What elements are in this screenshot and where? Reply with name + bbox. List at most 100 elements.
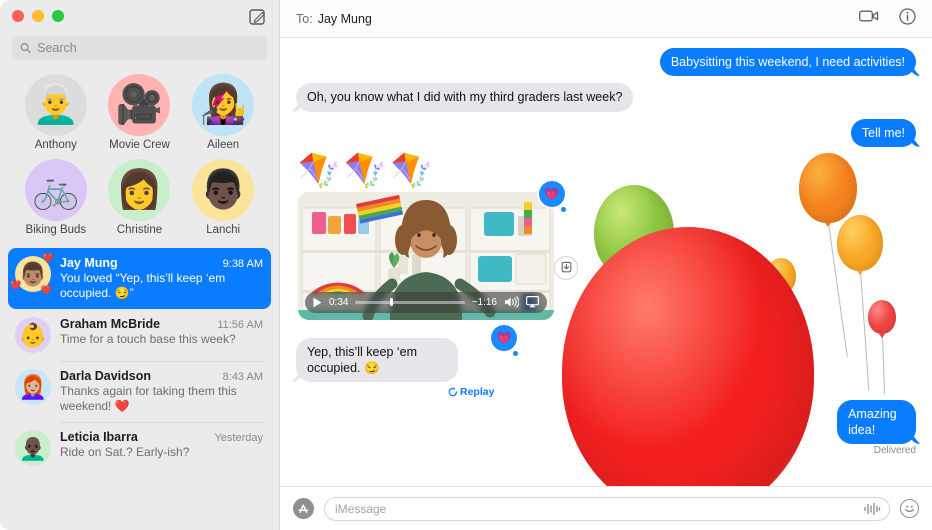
conversation-header: Jay Mung 9:38 AM [60, 256, 263, 270]
search-box[interactable] [12, 36, 267, 60]
title-bar [0, 0, 279, 32]
video-scrubber-knob[interactable] [390, 298, 394, 307]
replay-button[interactable]: Replay [448, 386, 494, 398]
pinned-label: Movie Crew [109, 139, 170, 151]
avatar-glyph: 👶 [18, 321, 48, 348]
heart-reaction-badge[interactable]: 💗 [491, 324, 519, 356]
conversation-body: Jay Mung 9:38 AM You loved “Yep, this’ll… [60, 256, 263, 301]
final-message-group: Amazing idea! Delivered [815, 399, 916, 456]
balloon-b-green [594, 185, 674, 284]
avatar: 👶 [15, 317, 51, 353]
pinned-item[interactable]: 🎥 Movie Crew [103, 74, 175, 151]
pinned-label: Aileen [207, 139, 240, 151]
conversation-row-graham-mcbride[interactable]: 👶 Graham McBride 11:56 AM Time for a tou… [8, 309, 271, 361]
header-actions [859, 7, 916, 30]
video-controls: 0:34 −1:16 [305, 291, 547, 313]
balloon-b-yellow [837, 215, 883, 275]
pinned-item[interactable]: 👩 Christine [103, 159, 175, 236]
chat-header: To: Jay Mung [280, 0, 932, 38]
search-input[interactable] [37, 41, 259, 55]
pinned-label: Biking Buds [25, 224, 87, 236]
traffic-lights [12, 10, 64, 22]
conversation-body: Darla Davidson 8:43 AM Thanks again for … [60, 369, 263, 414]
balloon-knot [778, 294, 784, 298]
message-row: Yep, this’ll keep ‘em occupied. 😏 💗 [296, 324, 916, 383]
conversation-name: Darla Davidson [60, 369, 152, 383]
emoji-smiley-icon[interactable] [900, 499, 919, 518]
search-icon [20, 43, 31, 54]
message-bubble-outgoing[interactable]: Tell me! [850, 118, 916, 147]
message-row: Amazing idea! [815, 399, 916, 444]
conversation-name: Graham McBride [60, 317, 161, 331]
conversation-preview: Ride on Sat.? Early-ish? [60, 445, 190, 459]
reply-bubble-wrap: Yep, this’ll keep ‘em occupied. 😏 💗 [296, 324, 519, 383]
conversation-time: 11:56 AM [217, 319, 263, 331]
pinned-avatar: 👩 [108, 159, 171, 221]
conversation-pane: To: Jay Mung Babysitting this weekend, I… [280, 0, 932, 530]
message-bubble-outgoing[interactable]: Babysitting this weekend, I need activit… [659, 48, 916, 77]
conversation-time: 9:38 AM [222, 258, 263, 270]
pinned-item[interactable]: 👨‍🦳 Anthony [20, 74, 92, 151]
conversation-name: Jay Mung [60, 256, 118, 270]
pinned-avatar: 🎥 [108, 74, 171, 136]
sidebar: 👨‍🦳 Anthony 🎥 Movie Crew 👩‍🎤 Aileen 🚲 Bi… [0, 0, 280, 530]
conversation-row-jay-mung[interactable]: 👨🏽 ❤️ ❤️ ❤️ Jay Mung 9:38 AM You loved “… [8, 248, 271, 309]
avatar-glyph: 👨🏿 [199, 169, 247, 211]
heart-icon: 💗 [495, 329, 513, 345]
avatar-glyph: 👩 [115, 169, 164, 211]
pinned-item[interactable]: 🚲 Biking Buds [20, 159, 92, 236]
volume-icon[interactable] [504, 296, 519, 308]
avatar-glyph: 👩‍🎤 [199, 84, 247, 126]
conversation-header: Leticia Ibarra Yesterday [60, 430, 263, 444]
conversation-row-leticia-ibarra[interactable]: 👨🏿‍🦲 Leticia Ibarra Yesterday Ride on Sa… [8, 422, 271, 474]
message-bubble-outgoing[interactable]: Amazing idea! [837, 399, 916, 444]
recipient-name[interactable]: Jay Mung [318, 12, 372, 26]
heart-reaction-badge[interactable]: 💗 [539, 180, 566, 212]
message-composer [280, 486, 932, 530]
video-attachment: 0:34 −1:16 💗 [298, 180, 578, 320]
replay-label: Replay [460, 386, 495, 399]
conversation-time: Yesterday [214, 432, 263, 444]
close-window-button[interactable] [12, 10, 24, 22]
conversation-list: 👨🏽 ❤️ ❤️ ❤️ Jay Mung 9:38 AM You loved “… [0, 246, 279, 530]
avatar-glyph: 👨‍🦳 [32, 84, 80, 126]
info-icon[interactable] [899, 7, 916, 30]
pinned-label: Lanchi [206, 224, 241, 236]
video-camera-icon[interactable] [859, 9, 879, 28]
balloon-string [828, 222, 848, 357]
audio-waveform-icon[interactable] [863, 502, 881, 516]
pinned-avatar: 👨‍🦳 [24, 74, 87, 136]
avatar-glyph: 👩🏼‍🦰 [18, 373, 48, 400]
kite-emoji-message: 🪁🪁🪁 [298, 151, 438, 190]
message-bubble-incoming-reply[interactable]: Yep, this’ll keep ‘em occupied. 😏 [296, 337, 459, 383]
balloon-b-small-y [766, 258, 796, 298]
minimize-window-button[interactable] [32, 10, 44, 22]
avatar-glyph: 🎥 [115, 84, 164, 126]
balloon-b-smallred [868, 300, 896, 338]
airplay-icon[interactable] [526, 296, 539, 308]
pinned-item[interactable]: 👩‍🎤 Aileen [187, 74, 259, 151]
save-download-icon[interactable] [554, 255, 578, 280]
message-bubble-incoming[interactable]: Oh, you know what I did with my third gr… [296, 83, 634, 112]
avatar-glyph: 👨🏽 [18, 260, 48, 287]
conversation-row-darla-davidson[interactable]: 👩🏼‍🦰 Darla Davidson 8:43 AM Thanks again… [8, 361, 271, 422]
balloon-knot [857, 271, 863, 275]
app-store-icon[interactable] [293, 498, 314, 519]
heart-icon: ❤️ [40, 285, 52, 295]
maximize-window-button[interactable] [52, 10, 64, 22]
message-row: Oh, you know what I did with my third gr… [296, 83, 916, 112]
video-scrubber[interactable] [355, 298, 465, 307]
conversation-time: 8:43 AM [222, 371, 263, 383]
play-icon[interactable] [313, 297, 322, 308]
message-input[interactable] [335, 501, 863, 516]
avatar-glyph: 👨🏿‍🦲 [18, 434, 48, 461]
pinned-avatar: 👨🏿 [192, 159, 255, 221]
message-input-field[interactable] [324, 496, 890, 521]
compose-icon[interactable] [248, 7, 267, 26]
pinned-item[interactable]: 👨🏿 Lanchi [187, 159, 259, 236]
conversation-header: Graham McBride 11:56 AM [60, 317, 263, 331]
video-thumbnail[interactable]: 0:34 −1:16 [298, 191, 554, 320]
pinned-avatar: 🚲 [24, 159, 87, 221]
to-label: To: [296, 11, 313, 26]
video-elapsed-time: 0:34 [329, 296, 349, 308]
